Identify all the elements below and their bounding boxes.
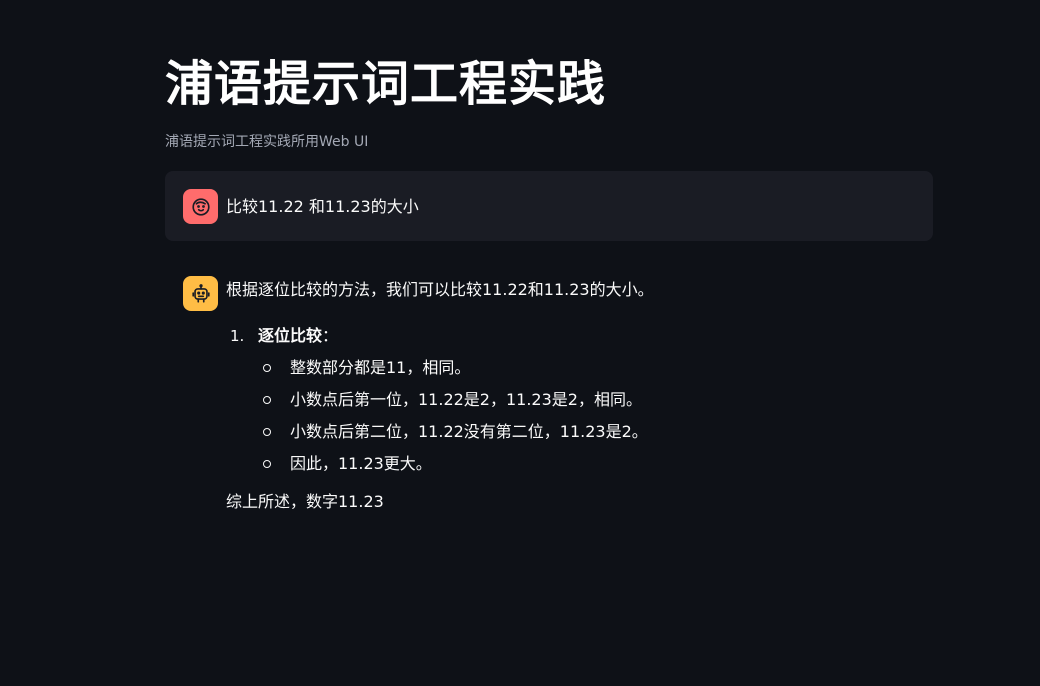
bullet-circle-icon bbox=[263, 364, 271, 372]
ordered-list: 1. 逐位比较： 整数部分都是11，相同。 小数点后第一位，11.22是2，11… bbox=[226, 324, 926, 484]
list-item: 整数部分都是11，相同。 bbox=[226, 356, 926, 388]
assistant-intro: 根据逐位比较的方法，我们可以比较11.22和11.23的大小。 bbox=[226, 280, 654, 299]
assistant-conclusion: 综上所述，数字11.23 bbox=[226, 492, 384, 511]
page-subtitle: 浦语提示词工程实践所用Web UI bbox=[165, 134, 369, 150]
list-item: 因此，11.23更大。 bbox=[226, 452, 926, 484]
robot-icon bbox=[183, 276, 218, 311]
bullet-circle-icon bbox=[263, 460, 271, 468]
user-message: 比较11.22 和11.23的大小 bbox=[165, 171, 933, 241]
bullet-text: 因此，11.23更大。 bbox=[290, 454, 432, 473]
list-item: 小数点后第二位，11.22没有第二位，11.23是2。 bbox=[226, 420, 926, 452]
list-item-heading: 逐位比较： bbox=[258, 324, 338, 348]
list-item: 小数点后第一位，11.22是2，11.23是2，相同。 bbox=[226, 388, 926, 420]
user-face-icon bbox=[183, 189, 218, 224]
user-message-text: 比较11.22 和11.23的大小 bbox=[226, 197, 419, 216]
list-item-label: 逐位比较 bbox=[258, 326, 323, 345]
bullet-circle-icon bbox=[263, 396, 271, 404]
bullet-text: 小数点后第一位，11.22是2，11.23是2，相同。 bbox=[290, 390, 642, 409]
list-number: 1. bbox=[230, 327, 245, 345]
page-title: 浦语提示词工程实践 bbox=[165, 56, 607, 112]
list-item-suffix: ： bbox=[322, 326, 339, 345]
bullet-text: 小数点后第二位，11.22没有第二位，11.23是2。 bbox=[290, 422, 648, 441]
bullet-circle-icon bbox=[263, 428, 271, 436]
assistant-message: 根据逐位比较的方法，我们可以比较11.22和11.23的大小。 1. 逐位比较：… bbox=[226, 278, 926, 514]
ordered-list-item: 1. 逐位比较： bbox=[226, 324, 926, 348]
bullet-text: 整数部分都是11，相同。 bbox=[290, 358, 471, 377]
bullet-list: 整数部分都是11，相同。 小数点后第一位，11.22是2，11.23是2，相同。… bbox=[226, 356, 926, 484]
